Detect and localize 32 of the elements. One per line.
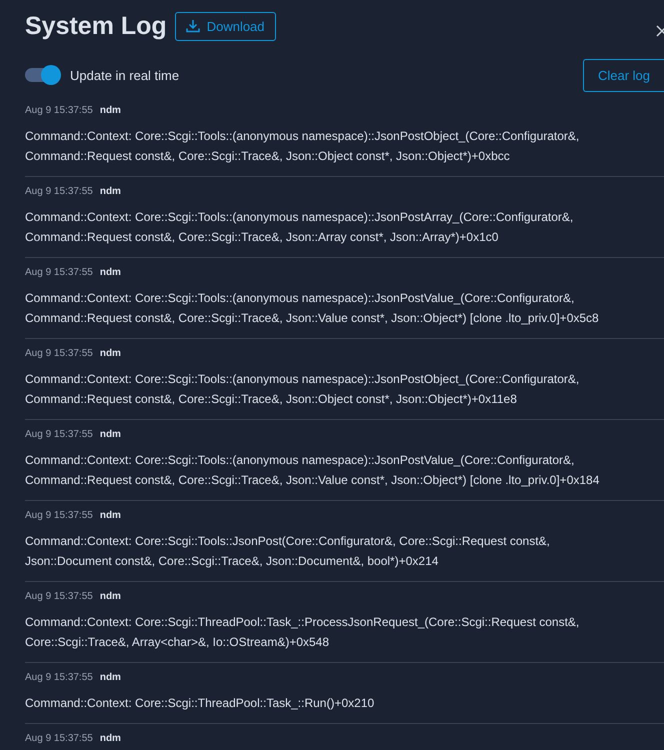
log-message: Command::Context: Core::Scgi::Tools::(anonymous namespace)::JsonPostObject_(Core::Configurator&, Command::Request const&, Core::Scgi::Trace&, Json::Object const*, Json::Object*)+0x11e8: [25, 371, 580, 408]
log-message: Command::Context: Core::Scgi::Tools::JsonPost(Core::Configurator&, Core::Scgi::Request const&, Json::Document const&, Core::Scgi::Trace&, Json::Document&, bool*)+0x214: [25, 533, 551, 570]
log-source: ndm: [100, 510, 121, 521]
log-time: Aug 9 15:37:55: [25, 429, 93, 440]
log-time: Aug 9 15:37:55: [25, 186, 93, 197]
log-message: Command::Context: Core::Scgi::Tools::(anonymous namespace)::JsonPostValue_(Core::Configurator&, Command::Request const&, Core::Scgi::Trace&, Json::Value const*, Json::Object*) [clone .lto_priv.0]+0x5c8: [25, 290, 600, 327]
log-message: Command::Context: Core::Scgi::Tools::(anonymous namespace)::JsonPostArray_(Core::Configurator&, Command::Request const&, Core::Scgi::Trace&, Json::Array const*, Json::Array*)+0x1c0: [25, 209, 574, 246]
log-source: ndm: [100, 591, 121, 602]
log-time: Aug 9 15:37:55: [25, 591, 93, 602]
download-button[interactable]: Download: [174, 12, 276, 40]
log-message: Command::Context: Core::Scgi::ThreadPool::Task_::Run()+0x210: [25, 695, 376, 712]
log-source: ndm: [100, 105, 121, 116]
log-message: Command::Context: Core::Scgi::ThreadPool::Task_::ProcessJsonRequest_(Core::Scgi::Request const&, Core::Scgi::Trace&, Array<char>&, Io::OStream&)+0x548: [25, 614, 580, 651]
log-time: Aug 9 15:37:55: [25, 267, 93, 278]
page-title: System Log: [25, 12, 167, 40]
log-source: ndm: [100, 186, 121, 197]
clear-log-button[interactable]: Clear log: [582, 58, 664, 92]
log-source: ndm: [100, 672, 121, 683]
log-time: Aug 9 15:37:55: [25, 672, 93, 683]
log-source: ndm: [100, 429, 121, 440]
realtime-switch[interactable]: [25, 68, 59, 82]
log-time: Aug 9 15:37:55: [25, 733, 93, 744]
log-message: Command::Context: Core::Scgi::Tools::(anonymous namespace)::JsonPostValue_(Core::Configurator&, Command::Request const&, Core::Scgi::Trace&, Json::Value const*, Json::Object*) [clone .lto_priv.0]+0x184: [25, 452, 600, 489]
log-time: Aug 9 15:37:55: [25, 510, 93, 521]
switch-label: Update in real time: [70, 68, 180, 82]
log-source: ndm: [100, 267, 121, 278]
log-source: ndm: [100, 733, 121, 744]
log-source: ndm: [100, 348, 121, 359]
log-time: Aug 9 15:37:55: [25, 105, 93, 116]
log-message: Command::Context: Core::Scgi::Tools::(anonymous namespace)::JsonPostObject_(Core::Configurator&, Command::Request const&, Core::Scgi::Trace&, Json::Object const*, Json::Object*)+0xbcc: [25, 128, 580, 165]
log-time: Aug 9 15:37:55: [25, 348, 93, 359]
download-icon: [186, 19, 200, 33]
